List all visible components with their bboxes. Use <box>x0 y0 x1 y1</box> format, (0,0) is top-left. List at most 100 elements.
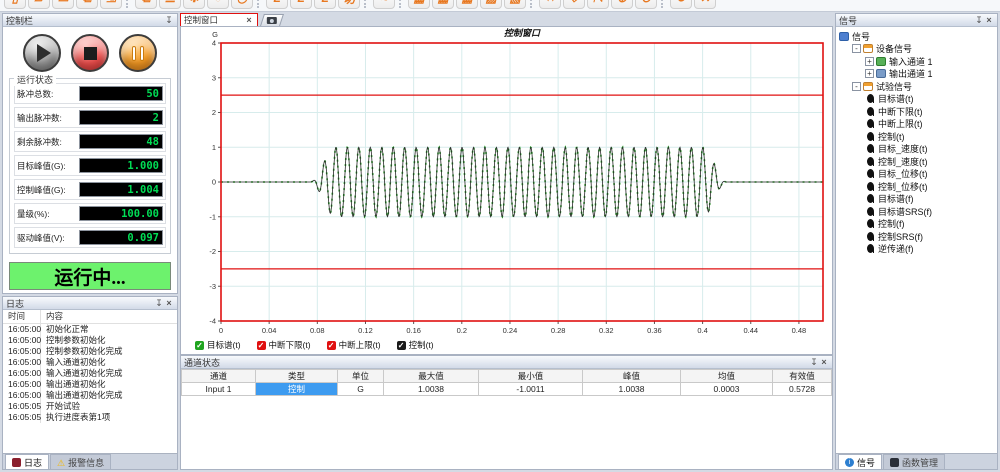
open-icon[interactable]: ▱ <box>28 0 50 9</box>
layout-grid-1-icon[interactable]: ▦ <box>408 0 430 9</box>
tree-item-逆传递(f)[interactable]: 逆传递(f) <box>839 243 997 256</box>
log-row[interactable]: 16:05:00输入通道初始化 <box>3 357 177 368</box>
pin-icon[interactable]: ↧ <box>164 15 174 26</box>
tree-item-控制(t)[interactable]: 控制(t) <box>839 130 997 143</box>
log-tab-报警信息[interactable]: ⚠报警信息 <box>50 454 111 469</box>
tree-item-输入通道 1[interactable]: +输入通道 1 <box>839 55 997 68</box>
channel-cell: Input 1 <box>182 383 256 396</box>
y-tick-label: -1 <box>209 212 216 221</box>
meter-icon[interactable]: ◔ <box>207 0 229 9</box>
wav-icon[interactable]: ≈ <box>373 0 395 9</box>
tree-item-控制_位移(t)[interactable]: 控制_位移(t) <box>839 180 997 193</box>
legend-checkbox[interactable]: ✓ <box>257 341 266 350</box>
import-icon[interactable]: ⇲ <box>100 0 122 9</box>
tree-item-试验信号[interactable]: -试验信号 <box>839 80 997 93</box>
collapse-icon[interactable]: - <box>852 82 861 91</box>
close-icon[interactable]: × <box>984 15 994 25</box>
log-xy-axis-icon[interactable]: L <box>314 0 336 9</box>
expand-icon[interactable]: + <box>865 57 874 66</box>
signal-leaf-icon <box>867 94 874 103</box>
cut-icon[interactable]: ✕ <box>694 0 716 9</box>
log-row[interactable]: 16:05:05开始试验 <box>3 401 177 412</box>
log-row[interactable]: 16:05:00输出通道初始化完成 <box>3 390 177 401</box>
close-icon[interactable]: × <box>819 357 829 367</box>
log-row[interactable]: 16:05:00初始化正常 <box>3 324 177 335</box>
stop-button[interactable] <box>71 34 109 72</box>
legend-item-中断下限(t)[interactable]: ✓中断下限(t) <box>257 339 311 351</box>
fit-height-icon[interactable]: ⇳ <box>563 0 585 9</box>
tree-item-控制(f)[interactable]: 控制(f) <box>839 218 997 231</box>
channel-cell: 0.5728 <box>773 383 832 396</box>
settings-icon[interactable]: ✱ <box>183 0 205 9</box>
tree-item-目标谱(t)[interactable]: 目标谱(t) <box>839 93 997 106</box>
tree-item-目标谱(f)[interactable]: 目标谱(f) <box>839 193 997 206</box>
tab-control-window[interactable]: 控制窗口 × <box>180 13 258 26</box>
save-icon[interactable]: ▭ <box>52 0 74 9</box>
legend-checkbox[interactable]: ✓ <box>327 341 336 350</box>
tree-item-设备信号[interactable]: -设备信号 <box>839 43 997 56</box>
legend-item-中断上限(t)[interactable]: ✓中断上限(t) <box>327 339 381 351</box>
pan-icon[interactable]: ⇱ <box>587 0 609 9</box>
channel-col-峰值: 峰值 <box>583 370 681 383</box>
save-all-icon[interactable]: ⧉ <box>76 0 98 9</box>
log-row[interactable]: 16:05:00控制参数初始化完成 <box>3 346 177 357</box>
log-x-axis-icon[interactable]: L <box>266 0 288 9</box>
snapshot-tab[interactable] <box>260 14 284 26</box>
tab-icon <box>12 458 21 467</box>
log-row[interactable]: 16:05:05执行进度表第1项 <box>3 412 177 423</box>
tree-item-中断下限(t)[interactable]: 中断下限(t) <box>839 105 997 118</box>
fit-width-icon[interactable]: ⇿ <box>539 0 561 9</box>
channel-cell: 1.0038 <box>384 383 479 396</box>
switch-icon[interactable]: 切 <box>338 0 360 9</box>
pin-icon[interactable]: ↧ <box>809 357 819 368</box>
clock-icon[interactable]: ◷ <box>231 0 253 9</box>
tree-item-控制SRS(f)[interactable]: 控制SRS(f) <box>839 230 997 243</box>
chart-area-icon[interactable]: ▨ <box>480 0 502 9</box>
signal-leaf-icon <box>867 144 874 153</box>
log-row[interactable]: 16:05:00输出通道初始化 <box>3 379 177 390</box>
log-y-axis-icon[interactable]: L <box>290 0 312 9</box>
tree-item-信号[interactable]: 信号 <box>839 30 997 43</box>
tree-item-label: 信号 <box>852 30 870 43</box>
layout-grid-2-icon[interactable]: ▦ <box>432 0 454 9</box>
signal-leaf-icon <box>867 194 874 203</box>
zoom-in-icon[interactable]: ⊕ <box>611 0 633 9</box>
status-field-value: 50 <box>79 86 163 101</box>
signal-tab-函数管理[interactable]: 函数管理 <box>883 454 945 469</box>
pin-icon[interactable]: ↧ <box>154 298 164 309</box>
tree-item-输出通道 1[interactable]: +输出通道 1 <box>839 68 997 81</box>
time-history-chart[interactable]: 控制窗口Gs43210-1-2-3-400.040.080.120.160.20… <box>181 27 830 339</box>
copy-icon[interactable]: ⧉ <box>135 0 157 9</box>
print-icon[interactable]: ☰ <box>159 0 181 9</box>
legend-checkbox[interactable]: ✓ <box>195 341 204 350</box>
toolbar-separator <box>364 0 369 8</box>
legend-item-控制(t)[interactable]: ✓控制(t) <box>397 339 434 351</box>
log-tab-日志[interactable]: 日志 <box>5 454 49 469</box>
log-row[interactable]: 16:05:00控制参数初始化 <box>3 335 177 346</box>
legend-item-目标谱(t)[interactable]: ✓目标谱(t) <box>195 339 241 351</box>
close-icon[interactable]: × <box>164 298 174 308</box>
tree-item-控制_速度(t)[interactable]: 控制_速度(t) <box>839 155 997 168</box>
tree-item-目标_位移(t)[interactable]: 目标_位移(t) <box>839 168 997 181</box>
undo-icon[interactable]: ↺ <box>670 0 692 9</box>
pin-icon[interactable]: ↧ <box>974 15 984 26</box>
channel-row[interactable]: Input 1控制G1.0038-1.00111.00380.00030.572… <box>182 383 832 396</box>
play-button[interactable] <box>23 34 61 72</box>
new-icon[interactable]: ▯ <box>4 0 26 9</box>
folder-icon <box>863 82 873 91</box>
running-status-banner: 运行中... <box>9 262 171 290</box>
tree-item-中断上限(t)[interactable]: 中断上限(t) <box>839 118 997 131</box>
zoom-out-icon[interactable]: ⊖ <box>635 0 657 9</box>
pause-button[interactable] <box>119 34 157 72</box>
layout-grid-3-icon[interactable]: ▦ <box>456 0 478 9</box>
collapse-icon[interactable]: - <box>852 44 861 53</box>
tree-item-目标_速度(t)[interactable]: 目标_速度(t) <box>839 143 997 156</box>
signal-tab-信号[interactable]: i信号 <box>838 454 882 469</box>
tab-close-icon[interactable]: × <box>244 15 254 25</box>
expand-icon[interactable]: + <box>865 69 874 78</box>
log-row[interactable]: 16:05:00输入通道初始化完成 <box>3 368 177 379</box>
chart-line-icon[interactable]: ▧ <box>504 0 526 9</box>
legend-checkbox[interactable]: ✓ <box>397 341 406 350</box>
tree-item-目标谱SRS(f)[interactable]: 目标谱SRS(f) <box>839 205 997 218</box>
x-tick-label: 0.4 <box>697 326 707 335</box>
